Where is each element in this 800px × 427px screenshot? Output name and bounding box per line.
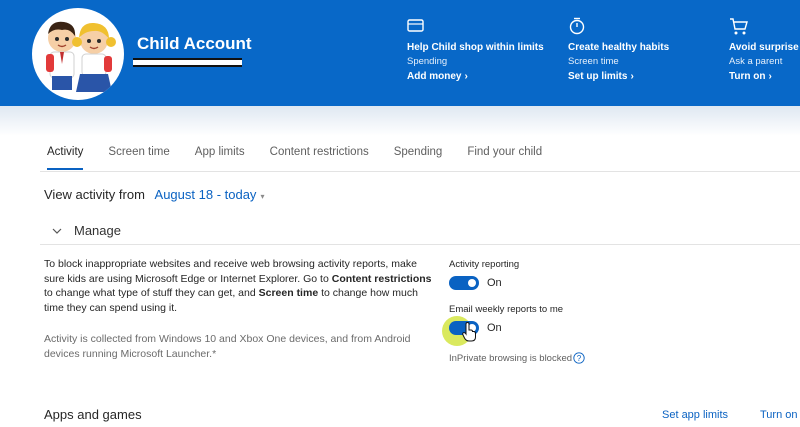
timer-icon xyxy=(569,17,585,35)
promo-subtitle: Screen time xyxy=(568,56,619,67)
activity-description: To block inappropriate websites and rece… xyxy=(44,257,439,315)
promo-title: Create healthy habits xyxy=(568,42,670,53)
turn-on-link[interactable]: Turn on xyxy=(760,409,798,421)
email-reports-label: Email weekly reports to me xyxy=(449,304,564,315)
link-label: Turn on xyxy=(729,71,766,82)
promo-subtitle: Ask a parent xyxy=(729,56,783,67)
description-text: to change what type of stuff they can ge… xyxy=(44,287,259,299)
date-range-value: August 18 - today xyxy=(154,187,257,202)
view-activity-row: View activity from August 18 - today ▾ xyxy=(44,187,264,202)
toggle-knob xyxy=(468,279,476,287)
add-money-link[interactable]: Add money › xyxy=(407,69,544,85)
activity-reporting-state: On xyxy=(487,277,502,289)
activity-reporting-toggle[interactable] xyxy=(449,276,479,290)
promo-title: Avoid surprise sp xyxy=(729,42,800,53)
tab-find-your-child[interactable]: Find your child xyxy=(467,146,542,170)
chevron-right-icon: › xyxy=(464,71,468,82)
account-header: Child Account Help Child shop within lim… xyxy=(0,0,800,106)
view-activity-label: View activity from xyxy=(44,187,145,202)
content-restrictions-emphasis: Content restrictions xyxy=(331,272,432,285)
chevron-down-icon xyxy=(52,228,62,234)
inprivate-blocked-text: InPrivate browsing is blocked xyxy=(449,353,573,364)
screen-time-emphasis: Screen time xyxy=(258,287,319,299)
wallet-icon xyxy=(407,19,424,32)
divider xyxy=(40,171,800,172)
set-app-limits-link[interactable]: Set app limits xyxy=(662,409,728,421)
apps-and-games-heading: Apps and games xyxy=(44,407,142,422)
activity-collection-note: Activity is collected from Windows 10 an… xyxy=(44,333,411,360)
avatar[interactable] xyxy=(32,8,124,100)
link-label: Set up limits xyxy=(568,71,628,82)
chevron-right-icon: › xyxy=(630,71,634,82)
promo-title: Help Child shop within limits xyxy=(407,42,544,53)
turn-on-link[interactable]: Turn on › xyxy=(729,69,800,85)
chevron-right-icon: › xyxy=(768,71,772,82)
tab-activity[interactable]: Activity xyxy=(47,146,84,170)
redacted-email xyxy=(133,58,242,67)
promo-subtitle: Spending xyxy=(407,56,448,67)
account-name: Child Account xyxy=(137,34,252,53)
email-reports-state: On xyxy=(487,322,502,334)
svg-text:?: ? xyxy=(577,354,582,363)
date-range-dropdown[interactable]: August 18 - today ▾ xyxy=(155,187,265,202)
help-icon[interactable]: ? xyxy=(573,352,585,364)
tab-spending[interactable]: Spending xyxy=(394,146,443,170)
tab-bar: Activity Screen time App limits Content … xyxy=(47,146,567,170)
tab-content-restrictions[interactable]: Content restrictions xyxy=(270,146,369,170)
cart-icon xyxy=(730,18,748,35)
chevron-down-icon: ▾ xyxy=(260,192,265,201)
tab-screen-time[interactable]: Screen time xyxy=(108,146,169,170)
hand-cursor-icon xyxy=(462,322,476,342)
set-up-limits-link[interactable]: Set up limits › xyxy=(568,69,669,85)
manage-section-toggle[interactable]: Manage xyxy=(40,217,800,245)
link-label: Add money xyxy=(407,71,462,82)
promo-ask-a-parent: Avoid surprise sp Ask a parent Turn on› xyxy=(729,16,800,85)
header-fade xyxy=(0,106,800,136)
child-avatar-illustration xyxy=(46,21,116,92)
promo-screen-time: Create healthy habits Screen time Set up… xyxy=(568,16,669,85)
promo-spending: Help Child shop within limits Spending A… xyxy=(407,16,544,85)
manage-label: Manage xyxy=(74,223,121,238)
tab-app-limits[interactable]: App limits xyxy=(195,146,245,170)
activity-reporting-label: Activity reporting xyxy=(449,259,520,270)
